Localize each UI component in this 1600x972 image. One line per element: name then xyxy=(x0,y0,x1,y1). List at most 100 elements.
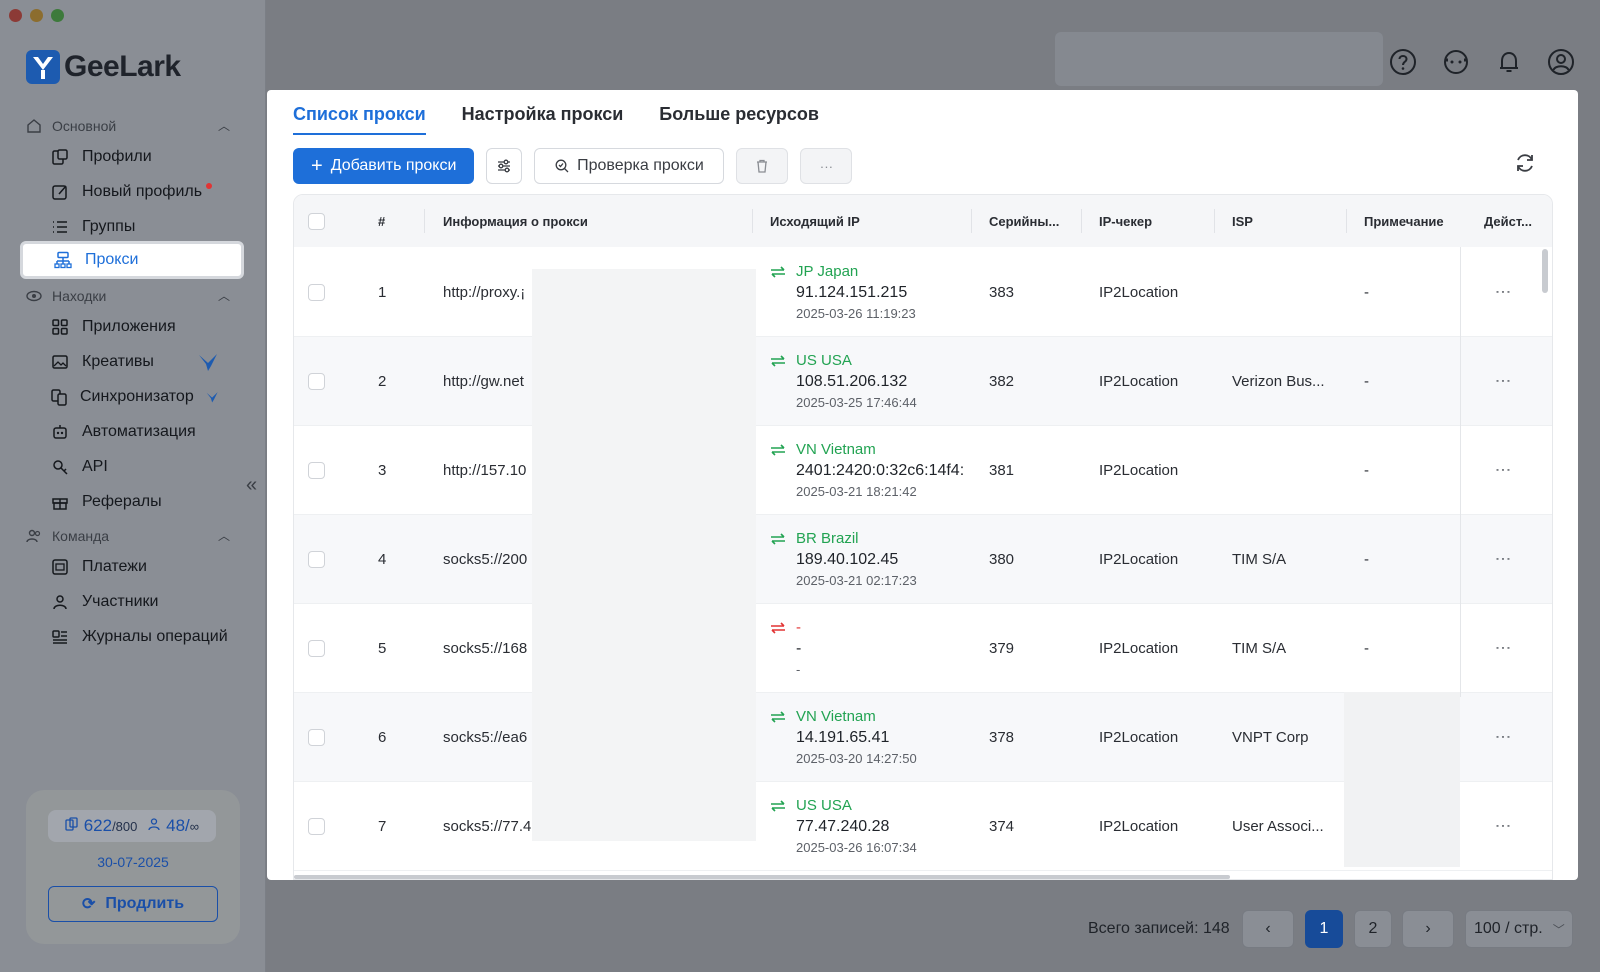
sidebar-item-proxy[interactable]: Прокси xyxy=(20,241,244,279)
profiles-quota: 622/800 xyxy=(65,816,137,836)
exchange-icon xyxy=(771,799,785,812)
quota-badge: 622/800 48/∞ xyxy=(48,810,216,842)
table-row[interactable]: 1 http://proxy.¡ JP Japan 91.124.151.215… xyxy=(294,248,1552,337)
sync-icon xyxy=(50,387,68,407)
sidebar-item-label: Автоматизация xyxy=(82,423,196,440)
top-search-area[interactable] xyxy=(1055,32,1383,86)
row-select-cell xyxy=(308,515,325,603)
ip-location: VN Vietnam xyxy=(770,708,876,725)
row-actions-button[interactable]: ⋮ xyxy=(1494,337,1511,425)
sidebar-item-logs[interactable]: Журналы операций xyxy=(20,618,244,656)
sidebar-item-automation[interactable]: Автоматизация xyxy=(20,413,244,451)
minimize-window-button[interactable] xyxy=(30,9,43,22)
kebab-icon: ⋮ xyxy=(1494,373,1511,389)
next-page-button[interactable]: › xyxy=(1402,910,1454,948)
sidebar-item-synchronizer[interactable]: Синхронизатор xyxy=(20,378,244,416)
note: - xyxy=(1364,639,1369,657)
col-note: Примечание xyxy=(1364,213,1444,229)
sidebar-item-members[interactable]: Участники xyxy=(20,583,244,621)
renew-button[interactable]: ⟳ Продлить xyxy=(48,886,218,922)
row-checkbox[interactable] xyxy=(308,550,325,568)
table-row[interactable]: 2 http://gw.net US USA 108.51.206.132 20… xyxy=(294,337,1552,426)
refresh-icon: ⟳ xyxy=(81,896,96,913)
row-actions-button[interactable]: ⋮ xyxy=(1494,693,1511,781)
account-card: 622/800 48/∞ 30-07-2025 ⟳ Продлить xyxy=(26,790,240,944)
section-label: Основной xyxy=(52,117,117,134)
sidebar: GeeLark Основной ︿ Профили Новый профиль… xyxy=(0,0,266,972)
ip-checker: IP2Location xyxy=(1099,550,1179,568)
sidebar-item-profiles[interactable]: Профили xyxy=(20,138,244,176)
row-number: 4 xyxy=(378,550,387,568)
table-row[interactable]: 5 socks5://168 - - - 379 IP2Location TIM… xyxy=(294,604,1552,693)
outgoing-ip-cell: JP Japan 91.124.151.215 2025-03-26 11:19… xyxy=(770,248,970,336)
row-actions-button[interactable]: ⋮ xyxy=(1494,515,1511,603)
filter-button[interactable] xyxy=(486,148,523,184)
vertical-scrollbar[interactable] xyxy=(1542,249,1548,293)
eye-icon xyxy=(26,290,42,301)
sidebar-item-apps[interactable]: Приложения xyxy=(20,308,244,346)
tab-proxy-list[interactable]: Список прокси xyxy=(293,104,426,135)
modal-tabs: Список прокси Настройка прокси Больше ре… xyxy=(293,104,819,135)
row-actions-button[interactable]: ⋮ xyxy=(1494,604,1511,692)
ip-location: VN Vietnam xyxy=(770,441,876,458)
refresh-icon[interactable] xyxy=(1514,152,1536,174)
sidebar-item-new-profile[interactable]: Новый профиль xyxy=(20,173,244,211)
note: - xyxy=(1364,283,1369,301)
chevron-up-icon: ︿ xyxy=(217,529,230,543)
tab-proxy-settings[interactable]: Настройка прокси xyxy=(462,104,624,135)
table-row[interactable]: 4 socks5://200 BR Brazil 189.40.102.45 2… xyxy=(294,515,1552,604)
bell-icon[interactable] xyxy=(1495,48,1523,76)
section-main[interactable]: Основной ︿ xyxy=(26,117,230,134)
page-2-button[interactable]: 2 xyxy=(1354,910,1392,948)
window-controls xyxy=(9,9,64,22)
outgoing-ip-cell: VN Vietnam 2401:2420:0:32c6:14f4: 2025-0… xyxy=(770,426,970,514)
list-icon xyxy=(50,217,70,237)
row-checkbox[interactable] xyxy=(308,639,325,657)
row-checkbox[interactable] xyxy=(308,728,325,746)
select-all-checkbox[interactable] xyxy=(308,212,325,230)
tab-more-resources[interactable]: Больше ресурсов xyxy=(659,104,819,135)
maximize-window-button[interactable] xyxy=(51,9,64,22)
row-checkbox[interactable] xyxy=(308,372,325,390)
section-discover[interactable]: Находки ︿ xyxy=(26,287,230,304)
ip-location: - xyxy=(770,619,801,636)
row-actions-button[interactable]: ⋮ xyxy=(1494,248,1511,336)
table-row[interactable]: 3 http://157.10 VN Vietnam 2401:2420:0:3… xyxy=(294,426,1552,515)
row-select-cell xyxy=(308,693,325,781)
check-proxy-button[interactable]: Проверка прокси xyxy=(534,148,725,184)
plus-icon: + xyxy=(311,155,323,177)
sidebar-item-referrals[interactable]: Рефералы xyxy=(20,483,244,521)
collapse-sidebar-button[interactable]: « xyxy=(246,474,257,497)
section-team[interactable]: Команда ︿ xyxy=(26,527,230,544)
user-avatar-icon[interactable] xyxy=(1547,48,1575,76)
help-icon[interactable] xyxy=(1389,48,1417,76)
add-proxy-button[interactable]: + Добавить прокси xyxy=(293,148,475,184)
user-icon xyxy=(148,818,161,831)
sidebar-item-api[interactable]: API xyxy=(20,448,244,486)
sidebar-item-creatives[interactable]: Креативы xyxy=(20,343,244,381)
geelark-logo-icon xyxy=(26,50,60,84)
sidebar-item-label: Платежи xyxy=(82,558,147,575)
row-checkbox[interactable] xyxy=(308,283,325,301)
sidebar-item-payments[interactable]: Платежи xyxy=(20,548,244,586)
check-search-icon xyxy=(555,159,569,173)
serial-number: 381 xyxy=(989,461,1015,479)
more-actions-button[interactable]: ··· xyxy=(800,148,853,184)
support-icon[interactable] xyxy=(1442,48,1470,76)
section-label: Команда xyxy=(52,527,110,544)
close-window-button[interactable] xyxy=(9,9,22,22)
proxy-info: socks5://ea6 xyxy=(443,728,528,746)
page-1-button[interactable]: 1 xyxy=(1305,910,1343,948)
prev-page-button[interactable]: ‹ xyxy=(1242,910,1294,948)
trash-icon xyxy=(757,159,768,173)
delete-button[interactable] xyxy=(736,148,789,184)
kebab-icon: ⋮ xyxy=(1494,729,1511,745)
page-size-select[interactable]: 100 / стр. ﹀ xyxy=(1465,910,1573,948)
row-actions-button[interactable]: ⋮ xyxy=(1494,782,1511,870)
row-actions-button[interactable]: ⋮ xyxy=(1494,426,1511,514)
row-checkbox[interactable] xyxy=(308,461,325,479)
horizontal-scrollbar[interactable] xyxy=(294,875,1230,879)
edit-icon xyxy=(50,182,70,202)
row-checkbox[interactable] xyxy=(308,817,325,835)
serial-number: 378 xyxy=(989,728,1015,746)
